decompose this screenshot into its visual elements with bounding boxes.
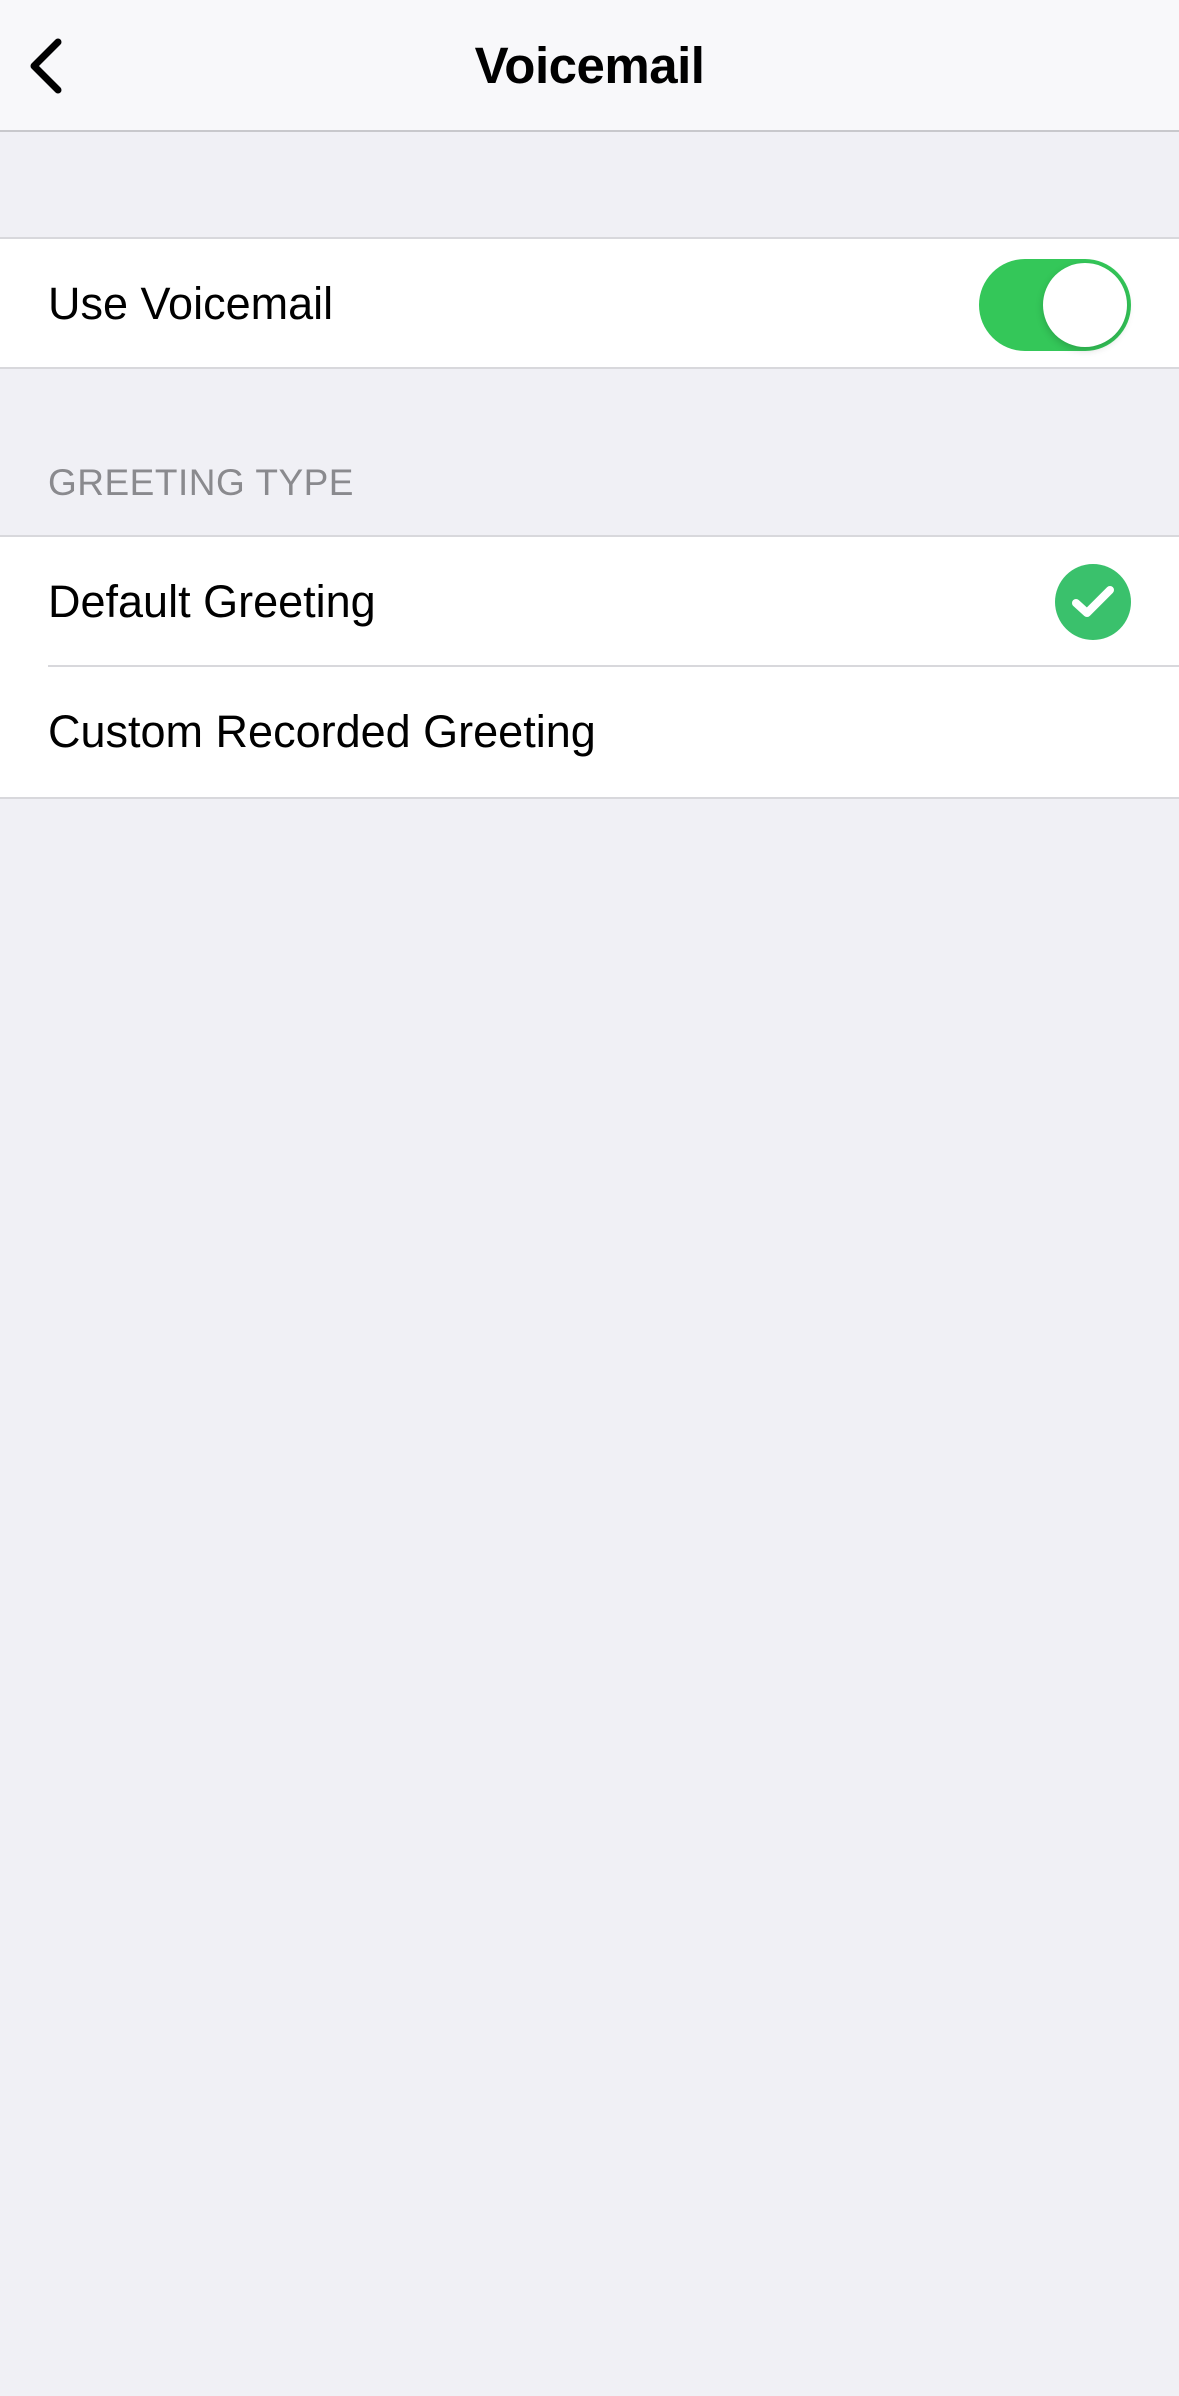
page-title: Voicemail xyxy=(474,37,705,94)
use-voicemail-label: Use Voicemail xyxy=(48,278,334,329)
toggle-knob xyxy=(1043,263,1127,347)
custom-recorded-greeting-label: Custom Recorded Greeting xyxy=(48,706,596,757)
greeting-type-group: Default Greeting Custom Recorded Greetin… xyxy=(0,535,1179,799)
custom-recorded-greeting-row[interactable]: Custom Recorded Greeting xyxy=(0,667,1179,797)
section-header-greeting-type: GREETING TYPE xyxy=(48,462,354,503)
use-voicemail-toggle[interactable] xyxy=(979,259,1131,351)
default-greeting-row[interactable]: Default Greeting xyxy=(0,537,1179,667)
checkmark-circle-icon xyxy=(1055,564,1131,640)
voicemail-settings-group: Use Voicemail xyxy=(0,237,1179,369)
use-voicemail-row[interactable]: Use Voicemail xyxy=(0,239,1179,369)
navigation-bar: Voicemail xyxy=(0,0,1179,132)
default-greeting-label: Default Greeting xyxy=(48,576,376,627)
